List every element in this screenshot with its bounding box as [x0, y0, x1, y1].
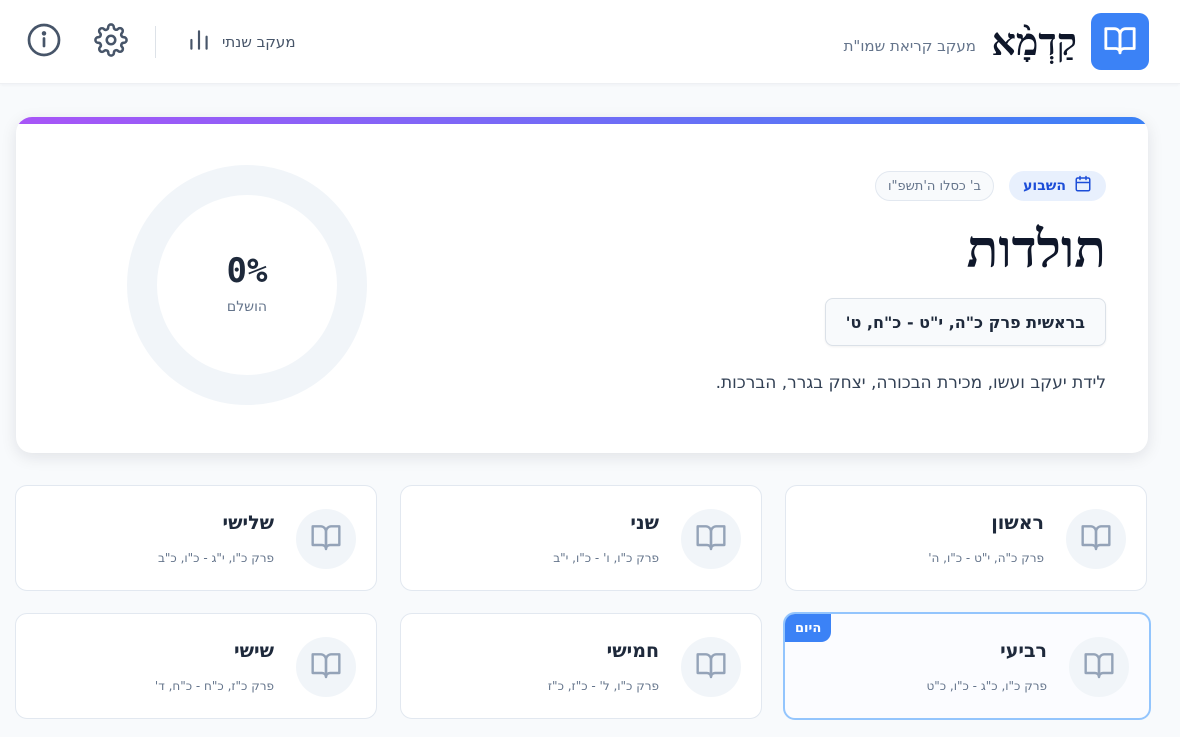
aliyah-range: פרק כ"ו, ו' - כ"ו, י"ב	[553, 551, 659, 565]
gradient-accent-bar	[16, 117, 1148, 124]
aliyah-icon	[1069, 637, 1129, 697]
aliyah-name: שני	[630, 512, 659, 534]
aliyah-name: שישי	[233, 640, 274, 662]
aliyah-icon	[681, 637, 741, 697]
open-book-icon	[695, 649, 727, 685]
aliyah-range: פרק כ"ז, כ"ח - כ"ח, ד'	[154, 679, 274, 693]
yearly-tracker-label: מעקב שנתי	[222, 33, 296, 51]
parsha-summary: לידת יעקב ועשו, מכירת הבכורה, יצחק בגרר,…	[715, 373, 1106, 393]
this-week-badge: השבוע	[1009, 171, 1106, 201]
logo-button[interactable]	[1091, 13, 1149, 70]
yearly-tracker-button[interactable]: מעקב שנתי	[186, 24, 296, 60]
header-divider	[155, 26, 156, 58]
hebrew-date-badge: ב' כסלו ה'תשפ"ו	[874, 171, 994, 201]
open-book-icon	[310, 521, 342, 557]
aliyah-card[interactable]: ראשון פרק כ"ה, י"ט - כ"ו, ה'	[785, 485, 1147, 591]
progress-label: הושלם	[226, 299, 268, 315]
app-subtitle: מעקב קריאת שמו"ת	[843, 37, 976, 55]
open-book-icon	[1083, 649, 1115, 685]
aliyah-name: חמישי	[606, 640, 659, 662]
aliyah-card[interactable]: שישי פרק כ"ז, כ"ח - כ"ח, ד'	[15, 613, 377, 719]
open-book-icon	[695, 521, 727, 557]
aliyah-icon	[681, 509, 741, 569]
aliyah-icon	[296, 509, 356, 569]
bar-chart-icon	[186, 27, 212, 57]
aliyah-icon	[1066, 509, 1126, 569]
aliyah-name: רביעי	[1000, 640, 1047, 662]
calendar-icon	[1074, 175, 1092, 197]
info-button[interactable]	[24, 22, 64, 62]
open-book-icon	[1103, 23, 1137, 61]
app-brand: קַדְמָ֨א	[991, 19, 1077, 64]
aliyah-name: ראשון	[991, 512, 1044, 534]
aliyah-range: פרק כ"ו, כ"ג - כ"ו, כ"ט	[926, 679, 1047, 693]
aliyah-range: פרק כ"ו, י"ג - כ"ו, כ"ב	[157, 551, 274, 565]
aliyah-card[interactable]: שני פרק כ"ו, ו' - כ"ו, י"ב	[400, 485, 762, 591]
app-header: קַדְמָ֨א מעקב קריאת שמו"ת מעקב שנתי	[0, 0, 1180, 84]
open-book-icon	[1080, 521, 1112, 557]
aliyah-card-today[interactable]: היום רביעי פרק כ"ו, כ"ג - כ"ו, כ"ט	[783, 612, 1151, 720]
this-week-label: השבוע	[1023, 178, 1066, 194]
aliyah-card[interactable]: שלישי פרק כ"ו, י"ג - כ"ו, כ"ב	[15, 485, 377, 591]
progress-percent: 0%	[226, 251, 268, 291]
aliyah-card[interactable]: חמישי פרק כ"ו, ל' - כ"ז, כ"ז	[400, 613, 762, 719]
today-badge: היום	[785, 614, 832, 642]
reading-range: בראשית פרק כ"ה, י"ט - כ"ח, ט'	[824, 298, 1106, 346]
gear-icon	[94, 23, 128, 61]
aliyah-range: פרק כ"ו, ל' - כ"ז, כ"ז	[547, 679, 659, 693]
aliyah-icon	[296, 637, 356, 697]
settings-button[interactable]	[91, 22, 131, 62]
aliyah-range: פרק כ"ה, י"ט - כ"ו, ה'	[928, 551, 1044, 565]
aliyah-name: שלישי	[222, 512, 275, 534]
parsha-title: תולדות	[966, 219, 1106, 280]
current-parsha-card: השבוע ב' כסלו ה'תשפ"ו תולדות בראשית פרק …	[16, 117, 1148, 453]
info-icon	[26, 22, 62, 62]
open-book-icon	[310, 649, 342, 685]
